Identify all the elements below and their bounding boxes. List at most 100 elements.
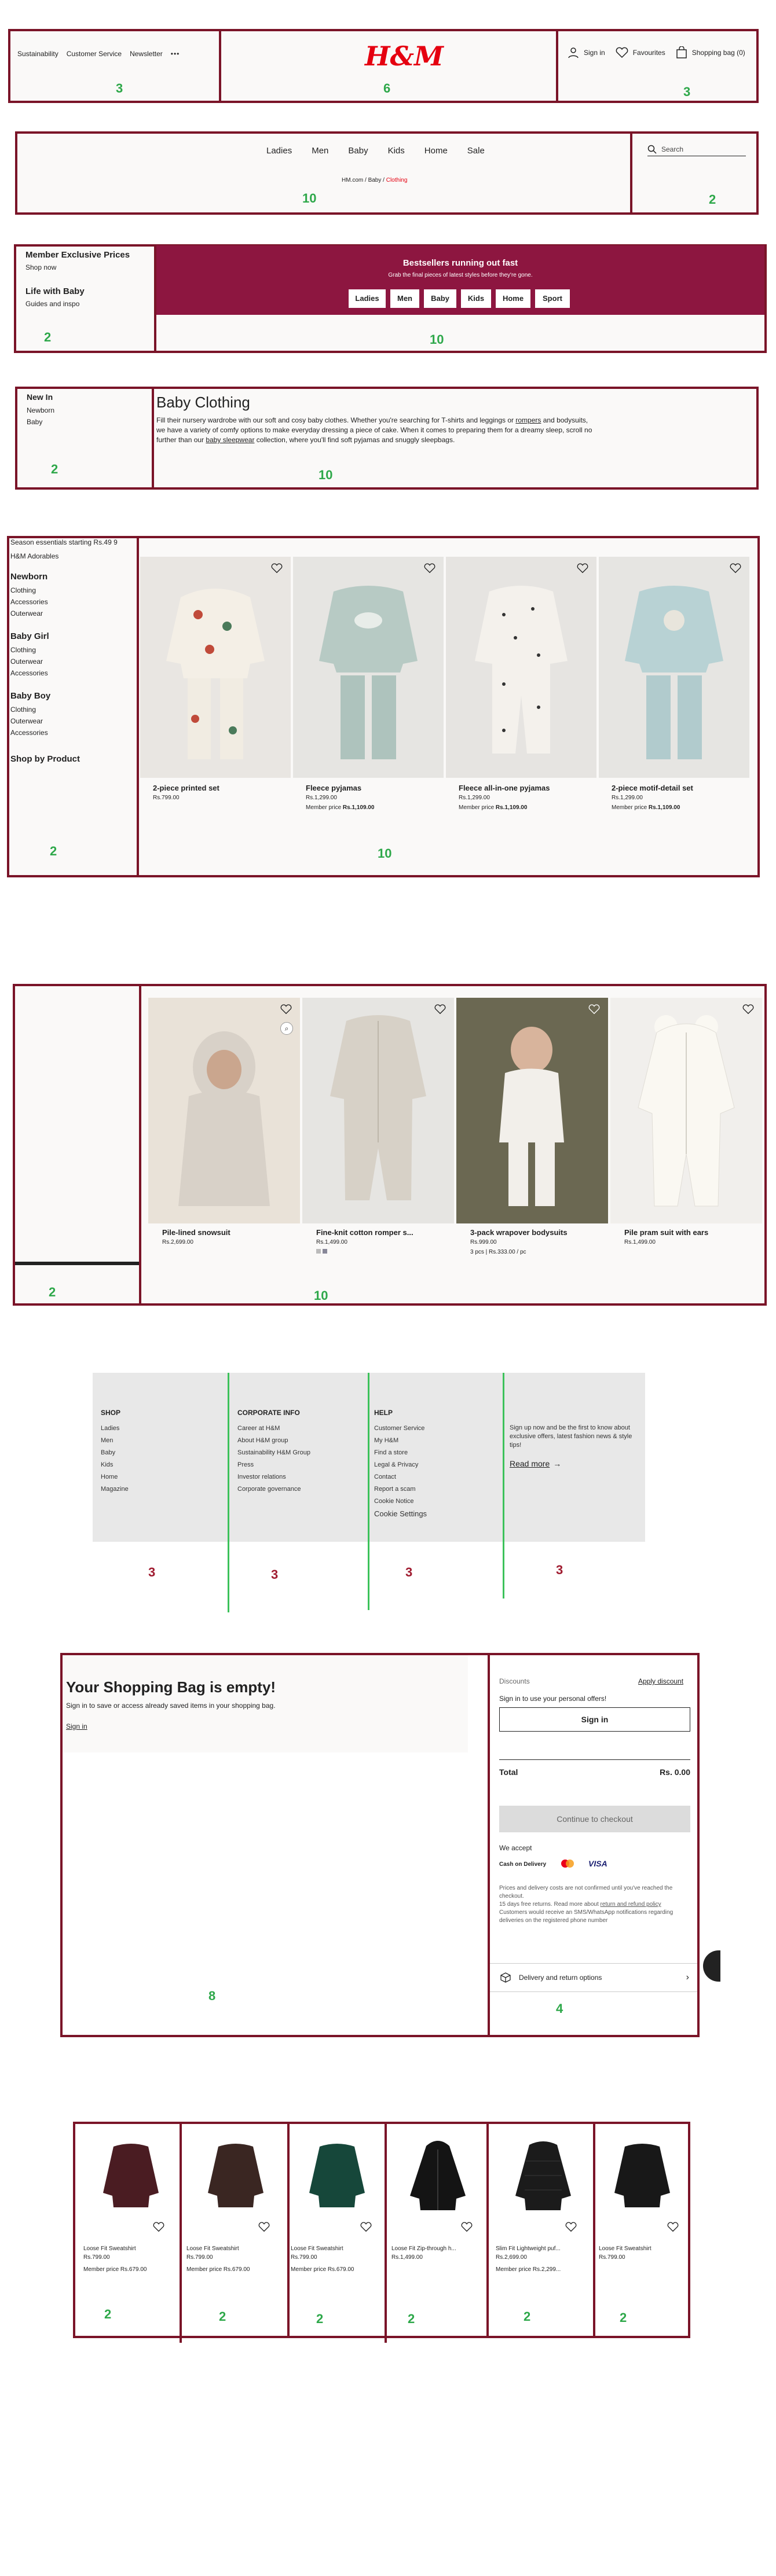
banner-button-ladies[interactable]: Ladies <box>349 289 386 308</box>
group-boy-accessories[interactable]: Accessories <box>10 729 134 737</box>
shopping-bag-link[interactable]: Shopping bag (0) <box>692 49 745 57</box>
product-name-1[interactable]: 2-piece printed set <box>153 784 292 792</box>
rec-favourite-icon-2[interactable] <box>258 2221 270 2233</box>
header-link-newsletter[interactable]: Newsletter <box>130 50 163 58</box>
group-girl-clothing[interactable]: Clothing <box>10 646 134 654</box>
banner-button-sport[interactable]: Sport <box>535 289 570 308</box>
shopping-bag-icon[interactable] <box>676 46 687 59</box>
favourite2-icon-2[interactable] <box>434 1004 446 1015</box>
favourite2-icon-3[interactable] <box>588 1004 600 1015</box>
favourites-link[interactable]: Favourites <box>633 49 665 57</box>
product-name-3[interactable]: Fleece all-in-one pyjamas <box>459 784 595 792</box>
search-field[interactable]: Search <box>647 142 746 156</box>
rec-image-1[interactable] <box>83 2124 178 2227</box>
product2-name-4[interactable]: Pile pram suit with ears <box>624 1228 761 1237</box>
promo-side-title-1[interactable]: Member Exclusive Prices <box>25 250 153 260</box>
footer-link-sustainability[interactable]: Sustainability H&M Group <box>237 1447 310 1459</box>
baby-sleepwear-link[interactable]: baby sleepwear <box>206 436 254 444</box>
footer-link-kids[interactable]: Kids <box>101 1459 129 1471</box>
rec-image-6[interactable] <box>599 2124 686 2227</box>
user-icon[interactable] <box>568 47 579 58</box>
nav-item-home[interactable]: Home <box>424 146 448 156</box>
footer-link-men[interactable]: Men <box>101 1435 129 1447</box>
banner-button-men[interactable]: Men <box>390 289 419 308</box>
favourite2-icon-1[interactable] <box>280 1004 292 1015</box>
footer-link-find-store[interactable]: Find a store <box>374 1447 427 1459</box>
chat-bubble-icon[interactable] <box>703 1950 720 1982</box>
footer-link-investor[interactable]: Investor relations <box>237 1471 310 1483</box>
nav-item-baby[interactable]: Baby <box>348 146 368 156</box>
checkout-button[interactable]: Continue to checkout <box>499 1806 690 1832</box>
group-title-baby-boy[interactable]: Baby Boy <box>10 691 134 701</box>
group-title-newborn[interactable]: Newborn <box>10 572 134 582</box>
footer-link-customer-service[interactable]: Customer Service <box>374 1423 427 1435</box>
group-girl-outerwear[interactable]: Outerwear <box>10 657 134 666</box>
footer-link-home[interactable]: Home <box>101 1471 129 1483</box>
banner-button-kids[interactable]: Kids <box>461 289 491 308</box>
hm-logo[interactable]: H&M <box>365 41 444 72</box>
footer-link-cookie-settings[interactable]: Cookie Settings <box>374 1508 427 1520</box>
promo-side-title-2[interactable]: Life with Baby <box>25 286 153 296</box>
group-boy-outerwear[interactable]: Outerwear <box>10 717 134 725</box>
product-image-2[interactable] <box>293 557 444 778</box>
breadcrumb-baby[interactable]: Baby <box>368 177 382 183</box>
footer-link-magazine[interactable]: Magazine <box>101 1483 129 1495</box>
favourite2-icon-4[interactable] <box>742 1004 754 1015</box>
apply-discount-link[interactable]: Apply discount <box>638 1677 683 1685</box>
product-name-2[interactable]: Fleece pyjamas <box>306 784 442 792</box>
bag-sign-in-link[interactable]: Sign in <box>66 1722 87 1730</box>
bag-sign-in-button[interactable]: Sign in <box>499 1707 690 1732</box>
footer-link-career[interactable]: Career at H&M <box>237 1423 310 1435</box>
product2-image-2[interactable] <box>302 998 454 1223</box>
breadcrumb-home[interactable]: HM.com <box>342 177 363 183</box>
rec-favourite-icon-5[interactable] <box>565 2221 577 2233</box>
rec-card-6[interactable]: Loose Fit Sweatshirt Rs.799.00 <box>599 2124 686 2303</box>
group-girl-accessories[interactable]: Accessories <box>10 669 134 677</box>
favourite-icon-2[interactable] <box>424 563 435 574</box>
read-more-link[interactable]: Read more <box>510 1459 550 1468</box>
nav-item-ladies[interactable]: Ladies <box>266 146 292 156</box>
footer-link-report-scam[interactable]: Report a scam <box>374 1483 427 1495</box>
favourite-icon-3[interactable] <box>577 563 588 574</box>
footer-link-press[interactable]: Press <box>237 1459 310 1471</box>
rec-card-1[interactable]: Loose Fit Sweatshirt Rs.799.00 Member pr… <box>83 2124 178 2303</box>
footer-link-ladies[interactable]: Ladies <box>101 1423 129 1435</box>
footer-link-legal[interactable]: Legal & Privacy <box>374 1459 427 1471</box>
rec-favourite-icon-3[interactable] <box>360 2221 372 2233</box>
intro-side-new-in[interactable]: New In <box>27 392 54 402</box>
rec-favourite-icon-6[interactable] <box>667 2221 679 2233</box>
footer-link-baby[interactable]: Baby <box>101 1447 129 1459</box>
rec-card-2[interactable]: Loose Fit Sweatshirt Rs.799.00 Member pr… <box>186 2124 285 2303</box>
banner-button-baby[interactable]: Baby <box>424 289 456 308</box>
favourite-icon-1[interactable] <box>271 563 283 574</box>
rec-image-3[interactable] <box>291 2124 383 2227</box>
product-name-4[interactable]: 2-piece motif-detail set <box>612 784 748 792</box>
footer-link-cookie-notice[interactable]: Cookie Notice <box>374 1495 427 1508</box>
group-newborn-clothing[interactable]: Clothing <box>10 586 134 594</box>
product2-name-2[interactable]: Fine-knit cotton romper s... <box>316 1228 453 1237</box>
rec-image-5[interactable] <box>496 2124 591 2227</box>
product-image-1[interactable] <box>140 557 291 778</box>
product2-name-3[interactable]: 3-pack wrapover bodysuits <box>470 1228 607 1237</box>
footer-link-governance[interactable]: Corporate governance <box>237 1483 310 1495</box>
favourite-icon-4[interactable] <box>730 563 741 574</box>
promo-side-sub-1[interactable]: Shop now <box>25 263 153 271</box>
rec-card-5[interactable]: Slim Fit Lightweight puf... Rs.2,699.00 … <box>496 2124 591 2303</box>
promo-side-sub-2[interactable]: Guides and inspo <box>25 300 153 308</box>
nav-item-sale[interactable]: Sale <box>467 146 485 156</box>
product2-image-4[interactable] <box>610 998 762 1223</box>
group-boy-clothing[interactable]: Clothing <box>10 705 134 714</box>
group-newborn-outerwear[interactable]: Outerwear <box>10 609 134 618</box>
delivery-options-row[interactable]: Delivery and return options › <box>490 1963 697 1992</box>
product2-image-3[interactable] <box>456 998 608 1223</box>
catalog2-sidebar-scrollbar[interactable] <box>15 1262 139 1265</box>
catalog-sidebar-sub[interactable]: H&M Adorables <box>10 552 134 560</box>
rec-image-2[interactable] <box>186 2124 285 2227</box>
return-policy-link[interactable]: return and refund policy <box>601 1901 661 1908</box>
footer-link-about[interactable]: About H&M group <box>237 1435 310 1447</box>
footer-link-my-hm[interactable]: My H&M <box>374 1435 427 1447</box>
lens-icon[interactable]: ⌕ <box>280 1022 293 1035</box>
ellipsis-icon[interactable]: ••• <box>171 50 180 58</box>
rompers-link[interactable]: rompers <box>515 416 541 424</box>
heart-icon[interactable] <box>616 47 628 58</box>
